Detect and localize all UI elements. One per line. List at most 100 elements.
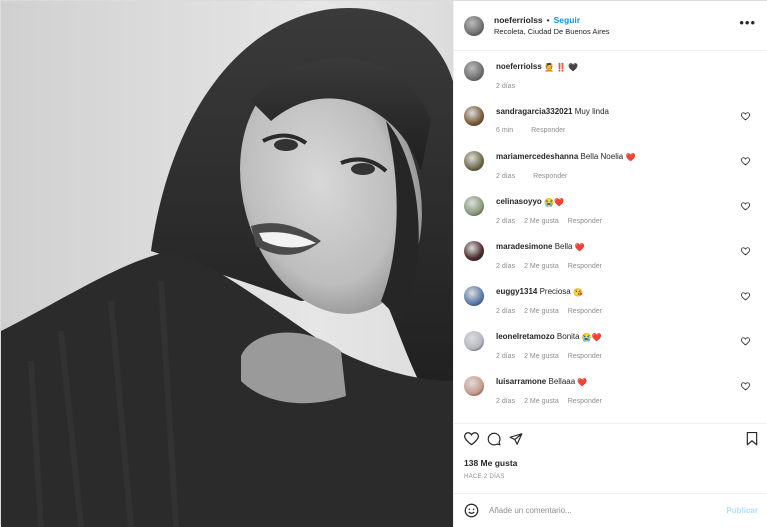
comment-meta: 6 min Responder <box>496 127 758 134</box>
comments-list[interactable]: noeferriolss 💆 ‼️ 🖤 2 días sandragarcia3… <box>454 51 767 423</box>
comment-like-heart-icon[interactable] <box>741 202 750 211</box>
comment-text: sandragarcia332021 Muy linda <box>496 106 758 118</box>
comment-rows: sandragarcia332021 Muy linda 6 min Respon… <box>464 106 758 421</box>
reply-button[interactable]: Responder <box>568 308 602 315</box>
comment-text: mariamercedeshanna Bella Noelia ❤️ <box>496 151 758 164</box>
emoji-picker-icon[interactable] <box>464 503 479 518</box>
save-bookmark-icon[interactable] <box>746 432 758 446</box>
reply-button[interactable]: Responder <box>568 218 602 225</box>
comment-text: luisarramone Bellaaa ❤️ <box>496 376 758 389</box>
commenter-avatar[interactable] <box>464 241 484 261</box>
comment-emoji: 😘 <box>572 288 583 297</box>
author-username[interactable]: noeferriolss <box>494 14 543 26</box>
share-paper-plane-icon[interactable] <box>509 432 523 446</box>
commenter-username[interactable]: maradesimone <box>496 242 552 251</box>
post-location[interactable]: Recoleta, Ciudad De Buenos Aires <box>494 26 610 38</box>
author-avatar[interactable] <box>464 15 484 36</box>
comment-body: mariamercedeshanna Bella Noelia ❤️ 2 días… <box>496 151 758 196</box>
action-icons <box>464 430 758 448</box>
instagram-post-viewer: noeferriolss • Seguir Recoleta, Ciudad D… <box>0 0 767 527</box>
comment-time[interactable]: 6 min <box>496 127 513 134</box>
reply-button[interactable]: Responder <box>568 353 602 360</box>
comment-meta: 2 días 2 Me gusta Responder <box>496 218 758 225</box>
post-header-line: noeferriolss • Seguir <box>494 14 610 26</box>
reply-button[interactable]: Responder <box>531 127 565 134</box>
caption-heart-emoji: 🖤 <box>568 63 579 72</box>
commenter-avatar[interactable] <box>464 151 484 171</box>
likes-count[interactable]: 138 Me gusta <box>464 458 758 468</box>
post-age[interactable]: HACE 2 DÍAS <box>464 474 758 480</box>
comment-like-heart-icon[interactable] <box>741 112 750 121</box>
commenter-username[interactable]: luisarramone <box>496 377 546 386</box>
comment-likes[interactable]: 2 Me gusta <box>524 398 559 405</box>
comment-row: maradesimone Bella ❤️ 2 días 2 Me gusta Res… <box>464 241 758 286</box>
caption-username[interactable]: noeferriolss <box>496 62 542 71</box>
comment-message: Bella Noelia <box>580 152 624 161</box>
caption-body: noeferriolss 💆 ‼️ 🖤 2 días <box>496 61 758 106</box>
comment-time[interactable]: 2 días <box>496 218 515 225</box>
comment-likes[interactable]: 2 Me gusta <box>524 353 559 360</box>
comment-emoji: ❤️ <box>625 153 636 162</box>
comment-body: leonelretamozo Bonita 😭❤️ 2 días 2 Me gust… <box>496 331 758 376</box>
post-header-text: noeferriolss • Seguir Recoleta, Ciudad D… <box>494 14 610 38</box>
follow-button[interactable]: Seguir <box>554 14 580 26</box>
comment-like-heart-icon[interactable] <box>741 337 750 346</box>
comment-time[interactable]: 2 días <box>496 173 515 180</box>
caption-author-avatar[interactable] <box>464 61 484 81</box>
comment-like-heart-icon[interactable] <box>741 382 750 391</box>
comment-body: luisarramone Bellaaa ❤️ 2 días 2 Me gusta R… <box>496 376 758 421</box>
comment-emoji: ❤️ <box>574 243 585 252</box>
comment-row: sandragarcia332021 Muy linda 6 min Respon… <box>464 106 758 151</box>
comment-meta: 2 días 2 Me gusta Responder <box>496 308 758 315</box>
reply-button[interactable]: Responder <box>568 398 602 405</box>
comment-text: euggy1314 Preciosa 😘 <box>496 286 758 299</box>
commenter-avatar[interactable] <box>464 376 484 396</box>
post-photo[interactable] <box>1 1 453 527</box>
comment-likes[interactable]: 2 Me gusta <box>524 263 559 270</box>
reply-button[interactable]: Responder <box>533 173 567 180</box>
reply-button[interactable]: Responder <box>568 263 602 270</box>
comment-like-heart-icon[interactable] <box>741 292 750 301</box>
caption-meta: 2 días <box>496 83 758 90</box>
commenter-username[interactable]: euggy1314 <box>496 287 537 296</box>
comment-time[interactable]: 2 días <box>496 308 515 315</box>
comment-row: euggy1314 Preciosa 😘 2 días 2 Me gusta Resp… <box>464 286 758 331</box>
comment-row: celinasoyyo 😭❤️ 2 días 2 Me gusta Responder <box>464 196 758 241</box>
commenter-avatar[interactable] <box>464 331 484 351</box>
comment-body: euggy1314 Preciosa 😘 2 días 2 Me gusta Resp… <box>496 286 758 331</box>
like-heart-icon[interactable] <box>464 432 479 446</box>
caption-text: noeferriolss 💆 ‼️ 🖤 <box>496 61 758 74</box>
comment-time[interactable]: 2 días <box>496 263 515 270</box>
more-options-icon[interactable]: ••• <box>739 15 756 30</box>
commenter-username[interactable]: celinasoyyo <box>496 197 542 206</box>
comment-message: Bella <box>554 242 573 251</box>
commenter-avatar[interactable] <box>464 106 484 126</box>
commenter-username[interactable]: mariamercedeshanna <box>496 152 578 161</box>
comment-body: sandragarcia332021 Muy linda 6 min Respon… <box>496 106 758 151</box>
comment-likes[interactable]: 2 Me gusta <box>524 218 559 225</box>
commenter-avatar[interactable] <box>464 286 484 306</box>
comment-bubble-icon[interactable] <box>487 432 501 446</box>
comment-text: celinasoyyo 😭❤️ <box>496 196 758 209</box>
comment-time[interactable]: 2 días <box>496 398 515 405</box>
post-actions: 138 Me gusta HACE 2 DÍAS <box>454 423 767 493</box>
commenter-avatar[interactable] <box>464 196 484 216</box>
comment-emoji: 😭❤️ <box>544 198 564 207</box>
commenter-username[interactable]: sandragarcia332021 <box>496 107 573 116</box>
comment-time[interactable]: 2 días <box>496 353 515 360</box>
comment-meta: 2 días 2 Me gusta Responder <box>496 398 758 405</box>
post-side-panel: noeferriolss • Seguir Recoleta, Ciudad D… <box>453 1 767 527</box>
caption-time[interactable]: 2 días <box>496 83 515 90</box>
comment-likes[interactable]: 2 Me gusta <box>524 308 559 315</box>
comment-like-heart-icon[interactable] <box>741 247 750 256</box>
comment-row: luisarramone Bellaaa ❤️ 2 días 2 Me gusta R… <box>464 376 758 421</box>
comment-body: maradesimone Bella ❤️ 2 días 2 Me gusta Res… <box>496 241 758 286</box>
comment-message: Preciosa <box>539 287 571 296</box>
comment-like-heart-icon[interactable] <box>741 157 750 166</box>
comment-row: leonelretamozo Bonita 😭❤️ 2 días 2 Me gust… <box>464 331 758 376</box>
comment-body: celinasoyyo 😭❤️ 2 días 2 Me gusta Responder <box>496 196 758 241</box>
post-header: noeferriolss • Seguir Recoleta, Ciudad D… <box>454 1 767 51</box>
comment-input[interactable] <box>489 506 727 515</box>
commenter-username[interactable]: leonelretamozo <box>496 332 555 341</box>
publish-button[interactable]: Publicar <box>726 506 758 515</box>
